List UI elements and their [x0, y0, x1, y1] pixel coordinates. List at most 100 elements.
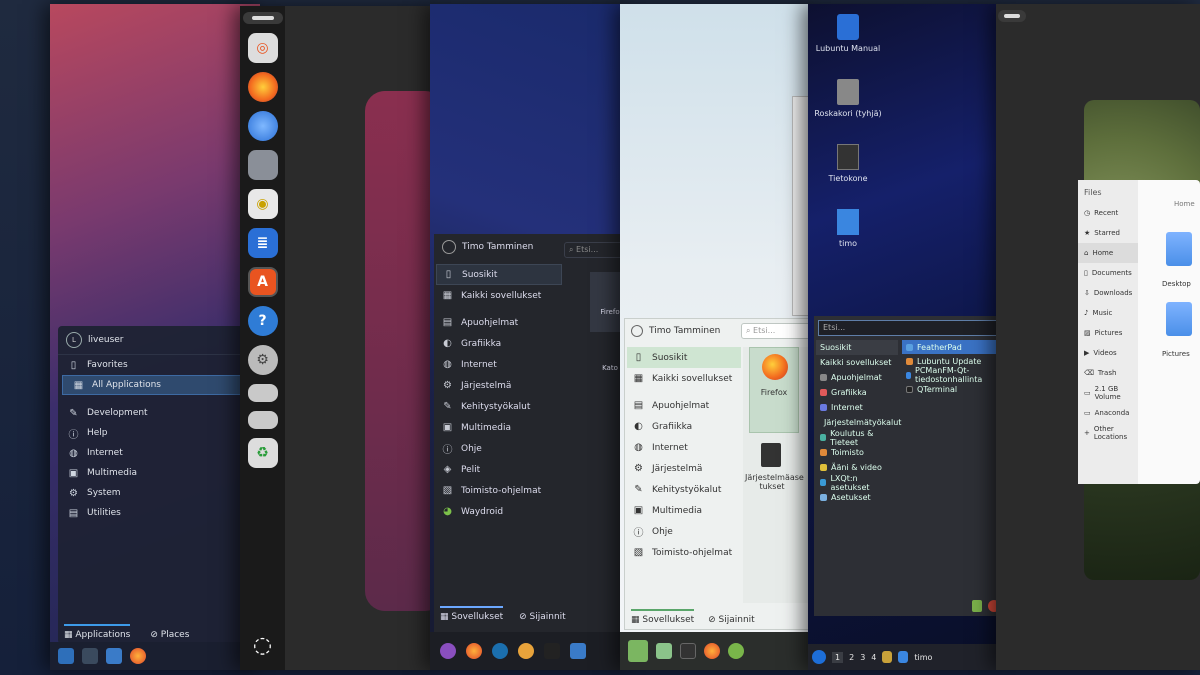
sidebar-item-home[interactable]: ⌂ Home [1078, 243, 1138, 263]
category-grafiikka[interactable]: Grafiikka [816, 385, 898, 400]
terminal-icon[interactable] [544, 643, 560, 659]
sidebar-item-pictures[interactable]: ▨ Pictures [1078, 323, 1138, 343]
menu-item-multimedia[interactable]: ▣ Multimedia [58, 463, 258, 483]
tab-sijainnit[interactable]: ⊘ Sijainnit [708, 609, 755, 625]
sidebar-item-other-locations[interactable]: + Other Locations [1078, 423, 1138, 443]
category-kaikki[interactable]: Kaikki sovellukset [816, 355, 898, 370]
tab-sijainnit[interactable]: ⊘ Sijainnit [519, 606, 566, 622]
menu-item-apuohjelmat[interactable]: ▤ Apuohjelmat [436, 312, 562, 333]
category-apuohjelmat[interactable]: Apuohjelmat [816, 370, 898, 385]
sidebar-item-music[interactable]: ♪ Music [1078, 303, 1138, 323]
menu-item-waydroid[interactable]: ◕ Waydroid [436, 501, 562, 522]
files-icon[interactable] [247, 150, 278, 180]
sidebar-item-documents[interactable]: ▯ Documents [1078, 263, 1138, 283]
folder-desktop[interactable] [1166, 232, 1192, 266]
menu-item-kehitystyokalut[interactable]: ✎ Kehitystyökalut [436, 396, 562, 417]
lock-icon[interactable] [972, 600, 982, 612]
sidebar-item-anaconda[interactable]: ▭ Anaconda [1078, 403, 1138, 423]
thunderbird-icon[interactable] [247, 111, 278, 141]
category-asetukset[interactable]: Asetukset [816, 490, 898, 505]
steam-icon[interactable] [492, 643, 508, 659]
app-center-icon[interactable]: A [247, 267, 278, 297]
firefox-icon[interactable] [130, 648, 146, 664]
files-icon[interactable] [570, 643, 586, 659]
terminal-icon[interactable] [680, 643, 696, 659]
menu-item-ohje[interactable]: ⓘ Ohje [436, 438, 562, 459]
launcher-icon[interactable] [440, 643, 456, 659]
menu-item-jarjestelma[interactable]: ⚙ Järjestelmä [627, 458, 741, 479]
desktop-icon-trash[interactable]: Roskakori (tyhjä) [808, 79, 888, 118]
app-icon[interactable] [518, 643, 534, 659]
path-bar[interactable]: Home [1174, 200, 1195, 208]
terminal-icon[interactable] [898, 651, 909, 663]
menu-item-toimisto[interactable]: ▧ Toimisto-ohjelmat [627, 542, 741, 563]
activities-button[interactable] [998, 10, 1026, 22]
desktop-icon-manual[interactable]: Lubuntu Manual [808, 14, 888, 53]
files-icon[interactable] [656, 643, 672, 659]
firefox-app[interactable]: Firefox [749, 347, 799, 433]
tab-applications[interactable]: ▦ Applications [64, 624, 131, 640]
workspace-3[interactable]: 3 [860, 653, 865, 662]
menu-item-kehitystyokalut[interactable]: ✎ Kehitystyökalut [627, 479, 741, 500]
menu-item-multimedia[interactable]: ▣ Multimedia [627, 500, 741, 521]
app-featherpad[interactable]: FeatherPad [902, 340, 1000, 354]
lubuntu-logo-icon[interactable] [812, 650, 826, 664]
firefox-icon[interactable] [466, 643, 482, 659]
menu-item-favorites[interactable]: ▯ Favorites [58, 355, 258, 375]
menu-item-development[interactable]: ✎ Development [58, 403, 258, 423]
menu-item-suosikit[interactable]: ▯ Suosikit [627, 347, 741, 368]
firefox-icon[interactable] [704, 643, 720, 659]
settings-icon[interactable]: ⚙ [247, 345, 278, 375]
app-qterminal[interactable]: QTerminal [902, 382, 1000, 396]
menu-item-multimedia[interactable]: ▣ Multimedia [436, 417, 562, 438]
search-input[interactable]: ⌕ Etsi... [741, 323, 815, 339]
tab-places[interactable]: ⊘ Places [150, 624, 189, 640]
category-lxqt-asetukset[interactable]: LXQt:n asetukset [816, 474, 898, 492]
sidebar-item-downloads[interactable]: ⇩ Downloads [1078, 283, 1138, 303]
sidebar-item-videos[interactable]: ▶ Videos [1078, 343, 1138, 363]
folder-pictures[interactable] [1166, 302, 1192, 336]
update-icon[interactable] [728, 643, 744, 659]
drive-icon[interactable] [247, 384, 278, 402]
menu-item-ohje[interactable]: ⓘ Ohje [627, 521, 741, 542]
menu-item-jarjestelma[interactable]: ⚙ Järjestelmä [436, 375, 562, 396]
task-timo[interactable]: timo [914, 653, 932, 662]
menu-item-utilities[interactable]: ▤ Utilities [58, 503, 258, 523]
sidebar-item-starred[interactable]: ★ Starred [1078, 223, 1138, 243]
installer-icon[interactable]: ◎ [247, 33, 278, 63]
files-icon[interactable] [106, 648, 122, 664]
menu-item-help[interactable]: ⓘ Help [58, 423, 258, 443]
rhythmbox-icon[interactable]: ◉ [247, 189, 278, 219]
category-internet[interactable]: Internet [816, 400, 898, 415]
menu-item-all-applications[interactable]: ▦ All Applications [62, 375, 254, 395]
help-icon[interactable]: ? [247, 306, 278, 336]
menu-item-internet[interactable]: ◍ Internet [627, 437, 741, 458]
workspace-1[interactable]: 1 [832, 651, 844, 663]
sidebar-item-recent[interactable]: ◷ Recent [1078, 203, 1138, 223]
ubuntu-logo-icon[interactable]: ◌ [248, 630, 278, 660]
menu-item-pelit[interactable]: ◈ Pelit [436, 459, 562, 480]
system-settings-app[interactable]: Järjestelmäase tukset [745, 443, 804, 491]
writer-icon[interactable]: ≣ [247, 228, 278, 258]
menu-item-grafiikka[interactable]: ◐ Grafiikka [627, 416, 741, 437]
workspace-2[interactable]: 2 [849, 653, 854, 662]
menu-item-apuohjelmat[interactable]: ▤ Apuohjelmat [627, 395, 741, 416]
desktop-icon-home[interactable]: timo [808, 209, 888, 248]
files-icon[interactable] [882, 651, 893, 663]
menu-item-internet[interactable]: ◍ Internet [58, 443, 258, 463]
menu-item-internet[interactable]: ◍ Internet [436, 354, 562, 375]
trash-icon[interactable]: ♻ [247, 438, 278, 468]
desktop-icon-computer[interactable]: Tietokone [808, 144, 888, 183]
sidebar-item-volume[interactable]: ▭ 2.1 GB Volume [1078, 383, 1138, 403]
firefox-icon[interactable] [247, 72, 278, 102]
category-toimisto[interactable]: Toimisto [816, 445, 898, 460]
sidebar-item-trash[interactable]: ⌫ Trash [1078, 363, 1138, 383]
mint-menu-icon[interactable] [628, 640, 648, 662]
app-pcmanfm[interactable]: PCManFM-Qt-tiedostonhallinta [902, 366, 1000, 384]
drive-icon[interactable] [247, 411, 278, 429]
tab-sovellukset[interactable]: ▦ Sovellukset [631, 609, 695, 625]
activities-button[interactable] [242, 12, 283, 24]
category-suosikit[interactable]: Suosikit [816, 340, 898, 355]
category-koulutus[interactable]: Koulutus & Tieteet [816, 429, 898, 447]
workspace-4[interactable]: 4 [871, 653, 876, 662]
